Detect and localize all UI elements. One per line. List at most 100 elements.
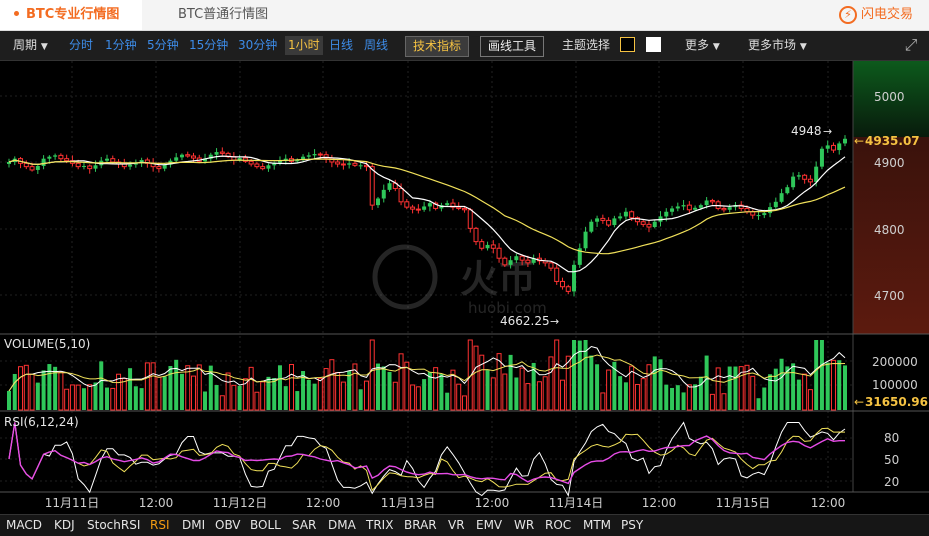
interval-5min[interactable]: 5分钟	[147, 36, 179, 55]
indicator-psy[interactable]: PSY	[621, 518, 643, 532]
rsi-tick-50: 50	[884, 453, 899, 467]
volume-bar	[433, 367, 439, 411]
candle-body	[312, 154, 317, 156]
indicator-boll[interactable]: BOLL	[250, 518, 281, 532]
candle-body	[612, 218, 617, 226]
indicator-trix[interactable]: TRIX	[366, 518, 393, 532]
chart-area[interactable]: 火币 huobi.com 5000 4900 4800 4700 ← 4935.…	[0, 61, 929, 514]
candle-body	[352, 162, 358, 166]
low-arrow-icon: →	[550, 315, 559, 328]
candle-body	[565, 286, 571, 292]
indicator-kdj[interactable]: KDJ	[54, 518, 75, 532]
candle-body	[606, 219, 612, 226]
interval-1hour[interactable]: 1小时	[285, 36, 323, 55]
candle-body	[335, 161, 341, 165]
interval-week[interactable]: 周线	[364, 36, 388, 55]
volume-bar	[589, 355, 594, 410]
candle-body	[773, 201, 778, 208]
tech-indicator-button[interactable]: 技术指标	[405, 36, 470, 57]
volume-bar	[762, 387, 767, 410]
interval-day[interactable]: 日线	[329, 36, 353, 55]
candle-body	[375, 198, 380, 206]
volume-bar	[41, 370, 46, 410]
volume-bar	[254, 391, 260, 411]
interval-15min[interactable]: 15分钟	[189, 36, 228, 55]
fullscreen-icon[interactable]: ⤢	[901, 35, 921, 55]
volume-current: 31650.96	[865, 395, 928, 409]
volume-bar	[128, 368, 133, 410]
theme-dark-swatch[interactable]	[620, 37, 635, 52]
indicator-obv[interactable]: OBV	[215, 518, 241, 532]
volume-bar	[796, 379, 801, 410]
interval-1min[interactable]: 1分钟	[105, 36, 137, 55]
indicator-emv[interactable]: EMV	[476, 518, 502, 532]
candle-body	[156, 166, 162, 170]
candle-body	[640, 221, 646, 225]
volume-bar	[150, 362, 156, 411]
indicator-roc[interactable]: ROC	[545, 518, 571, 532]
volume-bar	[110, 387, 116, 411]
tab-pro-chart[interactable]: BTC专业行情图	[0, 0, 142, 30]
more-dropdown[interactable]: 更多 ▼	[685, 36, 720, 55]
chart-toolbar: 周期 ▼ 分时 1分钟 5分钟 15分钟 30分钟 1小时 日线 周线 技术指标…	[0, 31, 929, 61]
volume-bar	[231, 384, 237, 411]
indicator-mtm[interactable]: MTM	[583, 518, 611, 532]
candle-body	[525, 259, 531, 264]
time-label: 12:00	[475, 496, 510, 510]
volume-bar	[693, 384, 698, 410]
volume-bar	[514, 377, 519, 410]
current-price: 4935.07	[865, 134, 920, 148]
low-price-label: 4662.25	[500, 314, 550, 328]
rsi-tick-20: 20	[884, 475, 899, 489]
volume-bar	[415, 386, 421, 411]
theme-light-swatch[interactable]	[646, 37, 661, 52]
volume-bar	[289, 364, 295, 411]
indicator-dma[interactable]: DMA	[328, 518, 356, 532]
indicator-wr[interactable]: WR	[514, 518, 534, 532]
candle-body	[779, 193, 784, 202]
rsi-title: RSI(6,12,24)	[4, 415, 79, 429]
price-tick-4800: 4800	[874, 223, 905, 237]
volume-bar	[277, 365, 282, 410]
candle-body	[415, 208, 421, 211]
volume-bar	[214, 385, 219, 410]
interval-30min[interactable]: 30分钟	[238, 36, 277, 55]
candle-body	[58, 154, 64, 160]
indicator-rsi[interactable]: RSI	[150, 518, 170, 532]
indicator-dmi[interactable]: DMI	[182, 518, 205, 532]
volume-bar	[779, 358, 784, 410]
indicator-vr[interactable]: VR	[448, 518, 465, 532]
volume-bar	[490, 377, 496, 411]
volume-bar	[375, 363, 380, 410]
volume-bar	[542, 376, 548, 411]
volume-bar	[12, 373, 17, 410]
theme-label: 主题选择	[562, 38, 611, 52]
volume-title: VOLUME(5,10)	[4, 337, 90, 351]
indicator-sar[interactable]: SAR	[292, 518, 316, 532]
volume-bar	[156, 376, 162, 411]
candle-body	[427, 203, 432, 207]
candle-body	[260, 166, 266, 170]
period-dropdown[interactable]: 周期 ▼	[13, 36, 48, 55]
tab-normal-chart[interactable]: BTC普通行情图	[178, 0, 268, 30]
caret-down-icon: ▼	[712, 42, 720, 52]
time-label: 12:00	[306, 496, 341, 510]
volume-bar	[727, 366, 732, 410]
draw-tools-button[interactable]: 画线工具	[480, 36, 545, 57]
candle-body	[445, 203, 450, 206]
caret-down-icon: ▼	[799, 42, 807, 52]
time-label: 11月11日	[45, 496, 100, 510]
candle-body	[398, 188, 404, 203]
volume-bar	[519, 367, 525, 411]
volume-bar	[219, 395, 225, 411]
time-label: 11月12日	[213, 496, 268, 510]
candle-body	[266, 165, 271, 169]
candle-body	[629, 211, 635, 219]
interval-timeshare[interactable]: 分时	[69, 36, 93, 55]
indicator-brar[interactable]: BRAR	[404, 518, 437, 532]
indicator-stochrsi[interactable]: StochRSI	[87, 518, 140, 532]
volume-bar	[704, 355, 709, 410]
indicator-macd[interactable]: MACD	[6, 518, 42, 532]
flash-trade-link[interactable]: ⚡ 闪电交易	[838, 4, 913, 26]
more-market-dropdown[interactable]: 更多市场 ▼	[748, 36, 807, 55]
